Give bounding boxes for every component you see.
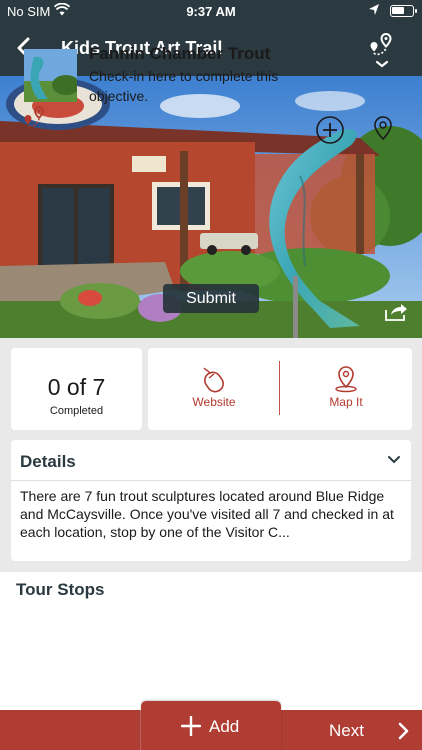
route-pin-icon [24, 106, 44, 127]
plus-icon [181, 716, 201, 736]
completed-label: Completed [49, 405, 104, 417]
progress-card: 0 of 7 Completed [11, 348, 142, 430]
details-card[interactable]: Details There are 7 fun trout sculptures… [11, 440, 411, 561]
clock: 9:37 AM [186, 4, 236, 19]
details-heading: Details [20, 452, 76, 471]
map-it-button[interactable]: Map It [280, 348, 412, 430]
map-pin-icon [335, 366, 357, 393]
add-circle-icon[interactable] [315, 115, 345, 145]
battery-icon [390, 5, 417, 17]
map-it-label: Map It [329, 395, 363, 409]
status-bar: No SIM 9:37 AM [0, 0, 422, 22]
website-button[interactable]: Website [148, 348, 280, 430]
submit-button[interactable]: Submit [163, 284, 259, 313]
divider [11, 480, 411, 481]
chevron-down-icon[interactable] [387, 455, 401, 465]
details-text: There are 7 fun trout sculptures located… [20, 488, 394, 540]
add-button[interactable]: Add [141, 701, 281, 750]
stop-name[interactable]: Fannin Chamber Trout [89, 44, 270, 64]
trout-thumbnail-image [24, 49, 77, 102]
chevron-right-icon [398, 722, 409, 740]
next-button[interactable]: Next [281, 710, 422, 750]
previous-area [0, 710, 141, 750]
tour-stops-section: Tour Stops [0, 572, 422, 712]
mouse-icon [203, 367, 224, 393]
stop-thumbnail[interactable] [24, 49, 77, 102]
add-label: Add [209, 717, 240, 736]
share-icon[interactable] [384, 302, 408, 322]
stop-description: Check-in here to complete this objective… [89, 68, 279, 104]
map-pin-icon[interactable] [372, 115, 394, 145]
website-label: Website [192, 395, 236, 409]
route-map-icon[interactable] [366, 32, 398, 68]
location-arrow-icon [369, 4, 379, 15]
next-label: Next [329, 721, 364, 740]
tour-stops-heading: Tour Stops [16, 580, 105, 599]
completed-count: 0 of 7 [47, 374, 106, 400]
actions-card: Website Map It [148, 348, 412, 430]
